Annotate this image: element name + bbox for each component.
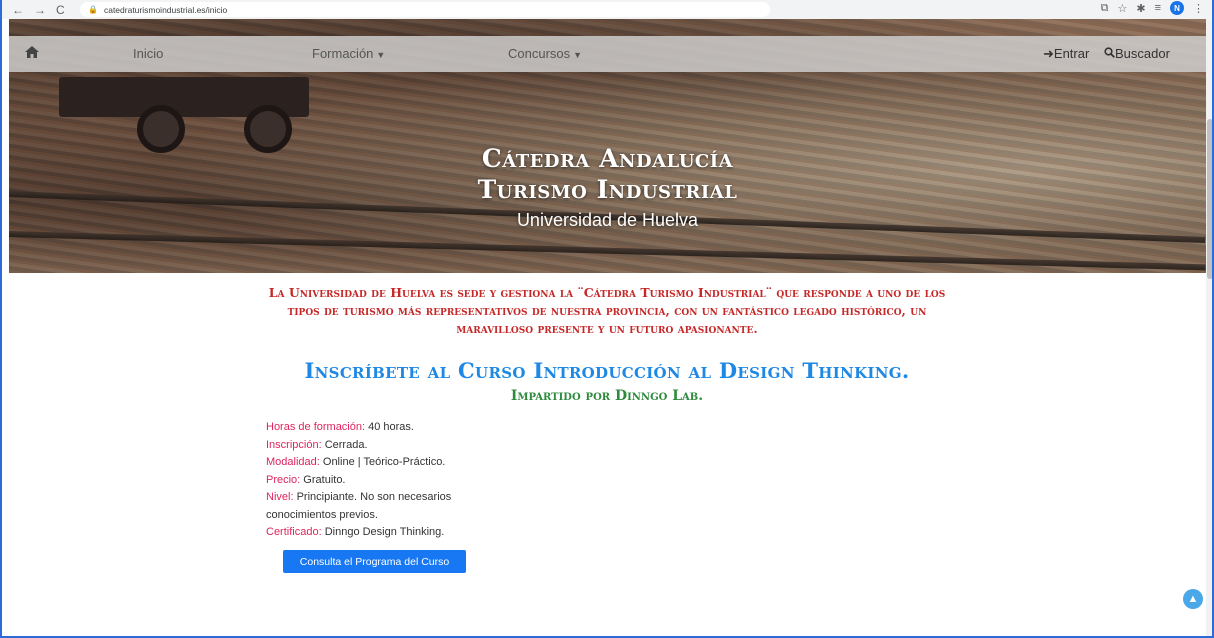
detail-row: Horas de formación: 40 horas. (266, 419, 496, 437)
detail-value: Online | Teórico-Práctico. (319, 456, 446, 468)
nav-formacion-label: Formación (312, 46, 374, 61)
detail-label: Precio: (266, 473, 301, 486)
nav-inicio[interactable]: Inicio (133, 46, 163, 61)
back-icon[interactable]: ← (12, 3, 24, 17)
browser-actions: ⧉ ☆ ✱ ≡ N ⋮ (1101, 1, 1204, 15)
star-icon[interactable]: ☆ (1117, 2, 1127, 15)
reading-list-icon[interactable]: ≡ (1155, 2, 1161, 14)
lock-icon: 🔒 (88, 5, 98, 14)
scrollbar-thumb[interactable] (1207, 119, 1212, 279)
nav-buscador-label: Buscador (1115, 46, 1170, 61)
url-text: catedraturismoindustrial.es/inicio (103, 4, 228, 15)
hero-title-line-2: Turismo Industrial (477, 175, 738, 204)
course-title: Inscríbete al Curso Introducción al Desi… (304, 358, 910, 383)
rail-track (9, 231, 1206, 271)
browser-nav: ← → C (2, 3, 92, 17)
course-subtitle: Impartido por Dinngo Lab. (510, 388, 704, 404)
address-bar[interactable]: 🔒 catedraturismoindustrial.es/inicio (80, 2, 770, 17)
detail-label: Nivel: (266, 491, 294, 503)
nav-formacion[interactable]: Formación ▼ (312, 46, 385, 61)
hero-title: Cátedra Andalucía Turismo Industrial (9, 143, 1206, 205)
detail-row: Inscripción: Cerrada. (266, 437, 496, 455)
detail-row: Precio: Gratuito. (266, 472, 496, 490)
detail-label: Certificado: (266, 526, 322, 538)
caret-down-icon: ▼ (376, 50, 386, 60)
sign-in-icon: ➜ (1043, 46, 1054, 61)
detail-value: Gratuito. (300, 473, 346, 486)
nav-entrar-label: Entrar (1053, 46, 1090, 61)
site-navbar: Inicio Formación ▼ Concursos ▼ ➜Entrar Bus… (9, 36, 1206, 72)
detail-label: Modalidad: (266, 456, 320, 468)
nav-entrar[interactable]: ➜Entrar (1043, 46, 1089, 62)
profile-avatar[interactable]: N (1170, 1, 1184, 15)
home-icon[interactable] (25, 46, 39, 61)
detail-value: Principiante. No son necesarios conocimi… (266, 491, 452, 521)
forward-icon[interactable]: → (34, 3, 46, 17)
caret-down-icon: ▼ (573, 50, 583, 60)
detail-row: Nivel: Principiante. No son necesarios c… (266, 489, 496, 524)
intro-text: La Universidad de Huelva es sede y gesti… (268, 285, 946, 336)
hero-subtitle: Universidad de Huelva (516, 210, 699, 230)
detail-label: Inscripción: (266, 438, 322, 451)
hero-title-line-1: Cátedra Andalucía (481, 144, 734, 173)
search-icon (1104, 46, 1115, 61)
detail-value: Dinngo Design Thinking. (321, 526, 445, 538)
extensions-icon[interactable]: ✱ (1136, 2, 1145, 15)
scroll-to-top-icon[interactable]: ▲ (1183, 589, 1203, 609)
nav-buscador[interactable]: Buscador (1104, 46, 1170, 61)
detail-value: 40 horas. (365, 421, 414, 433)
detail-value: Cerrada. (321, 438, 368, 451)
detail-row: Modalidad: Online | Teórico-Práctico. (266, 454, 496, 472)
nav-concursos-label: Concursos (508, 46, 571, 61)
detail-label: Horas de formación: (266, 421, 366, 433)
browser-toolbar: ← → C 🔒 catedraturismoindustrial.es/inic… (2, 0, 1212, 19)
share-icon[interactable]: ⧉ (1101, 2, 1109, 15)
reload-icon[interactable]: C (56, 3, 65, 17)
nav-concursos[interactable]: Concursos ▼ (508, 46, 582, 61)
program-button[interactable]: Consulta el Programa del Curso (283, 550, 466, 573)
menu-icon[interactable]: ⋮ (1193, 2, 1204, 15)
course-details: Horas de formación: 40 horas. Inscripció… (266, 419, 496, 542)
browser-window: ← → C 🔒 catedraturismoindustrial.es/inic… (0, 0, 1214, 638)
page-scrollbar[interactable] (1206, 19, 1212, 636)
detail-row: Certificado: Dinngo Design Thinking. (266, 524, 496, 542)
